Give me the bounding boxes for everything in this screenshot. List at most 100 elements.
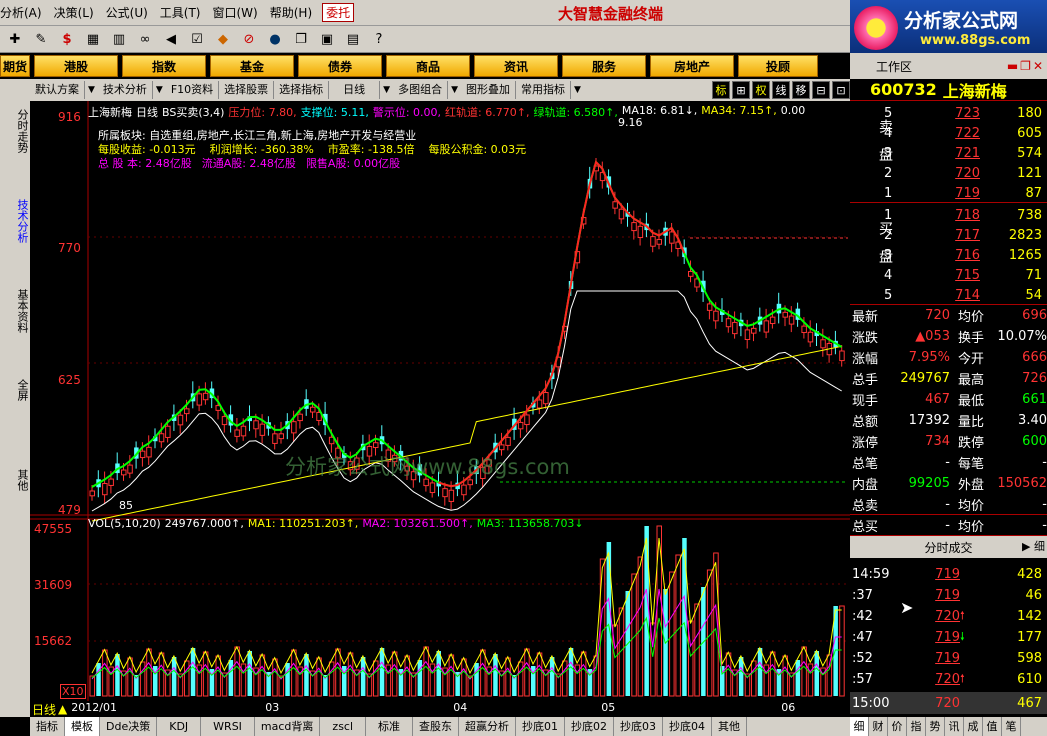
mark-button[interactable]: 标: [712, 81, 730, 99]
quote-tab[interactable]: 势: [926, 717, 945, 736]
tab-kdj[interactable]: KDJ: [157, 717, 202, 736]
nav-hk-stocks[interactable]: 港股: [34, 55, 118, 77]
tab-bottom03[interactable]: 抄底03: [614, 717, 664, 736]
nav-commodity[interactable]: 商品: [386, 55, 470, 77]
level-price[interactable]: 714: [920, 288, 980, 303]
diamond-icon[interactable]: ◆: [212, 29, 234, 49]
nav-bond[interactable]: 债券: [298, 55, 382, 77]
tab-bottom01[interactable]: 抄底01: [516, 717, 566, 736]
quote-tab[interactable]: 财: [869, 717, 888, 736]
sell-level-row[interactable]: 4 722 605: [880, 123, 1045, 144]
tb-period[interactable]: 日线: [329, 81, 381, 99]
tab-other[interactable]: 其他: [712, 717, 748, 736]
level-price[interactable]: 723: [920, 106, 980, 121]
dropdown-icon[interactable]: ▼: [448, 85, 461, 95]
buy-level-row[interactable]: 4 715 71: [880, 265, 1045, 286]
sell-level-row[interactable]: 2 720 121: [880, 163, 1045, 184]
buy-level-row[interactable]: 1 718 738: [880, 205, 1045, 226]
vtab-fundamentals[interactable]: 基本资料: [12, 289, 30, 333]
entrust-button[interactable]: 委托: [322, 3, 355, 22]
nav-futures[interactable]: 期货: [0, 55, 30, 77]
rights-button[interactable]: 权: [752, 81, 770, 99]
minimize-icon[interactable]: ▬: [1007, 59, 1018, 73]
window-icon[interactable]: ▣: [316, 29, 338, 49]
kline-chart[interactable]: 916 770 625 479 47555 31609 15662 X10 上海…: [30, 101, 850, 701]
books-icon[interactable]: ▤: [342, 29, 364, 49]
megaphone-icon[interactable]: ◀: [160, 29, 182, 49]
line-button[interactable]: 线: [772, 81, 790, 99]
tb-technical[interactable]: 技术分析: [98, 81, 153, 99]
nav-real-estate[interactable]: 房地产: [650, 55, 734, 77]
cross-icon[interactable]: ✚: [4, 29, 26, 49]
no-entry-icon[interactable]: ⊘: [238, 29, 260, 49]
level-price[interactable]: 722: [920, 126, 980, 141]
quote-tab[interactable]: 指: [907, 717, 926, 736]
level-price[interactable]: 718: [920, 208, 980, 223]
nav-index[interactable]: 指数: [122, 55, 206, 77]
zoom-button[interactable]: ⊟: [812, 81, 830, 99]
sell-level-row[interactable]: 3 721 574: [880, 143, 1045, 164]
buy-level-row[interactable]: 2 717 2823: [880, 225, 1045, 246]
vtab-intraday[interactable]: 分时走势: [12, 109, 30, 153]
tab-bottom04[interactable]: 抄底04: [663, 717, 713, 736]
vtab-other[interactable]: 其他: [12, 469, 30, 491]
sell-level-row[interactable]: 1 719 87: [880, 183, 1045, 204]
quote-tab[interactable]: 成: [964, 717, 983, 736]
dropdown-icon[interactable]: ▼: [380, 85, 393, 95]
tab-wrsi[interactable]: WRSI: [201, 717, 255, 736]
menu-formula[interactable]: 公式(U): [100, 4, 154, 21]
layout-button[interactable]: ⊡: [832, 81, 850, 99]
buy-level-row[interactable]: 5 714 54: [880, 285, 1045, 306]
quote-tab[interactable]: 讯: [945, 717, 964, 736]
vtab-technical[interactable]: 技术分析: [12, 199, 30, 243]
tb-multi-chart[interactable]: 多图组合: [393, 81, 449, 99]
level-price[interactable]: 716: [920, 248, 980, 263]
tab-dde[interactable]: Dde决策: [100, 717, 158, 736]
vtab-fullscreen[interactable]: 全屏: [12, 379, 30, 401]
level-price[interactable]: 720: [920, 166, 980, 181]
menu-tools[interactable]: 工具(T): [154, 4, 207, 21]
tab-super-analysis[interactable]: 超赢分析: [459, 717, 517, 736]
bars-icon[interactable]: ▥: [108, 29, 130, 49]
grid-button[interactable]: ⊞: [732, 81, 750, 99]
tab-shareholders[interactable]: 查股东: [413, 717, 460, 736]
quote-tab[interactable]: 值: [983, 717, 1002, 736]
sell-level-row[interactable]: 5 723 180: [880, 103, 1045, 124]
checklist-icon[interactable]: ☑: [186, 29, 208, 49]
chart-icon[interactable]: ▦: [82, 29, 104, 49]
dropdown-icon[interactable]: ▼: [85, 85, 98, 95]
dollar-icon[interactable]: $: [56, 29, 78, 49]
move-button[interactable]: 移: [792, 81, 810, 99]
menu-decision[interactable]: 决策(L): [48, 4, 100, 21]
close-icon[interactable]: ✕: [1033, 59, 1043, 73]
level-price[interactable]: 717: [920, 228, 980, 243]
dropdown-icon[interactable]: ▼: [153, 85, 166, 95]
tb-select-stock[interactable]: 选择股票: [219, 81, 275, 99]
quote-tab[interactable]: 笔: [1002, 717, 1021, 736]
nav-fund[interactable]: 基金: [210, 55, 294, 77]
tab-template[interactable]: 模板: [65, 717, 100, 736]
pencil-icon[interactable]: ✎: [30, 29, 52, 49]
tab-standard[interactable]: 标准: [366, 717, 414, 736]
menu-window[interactable]: 窗口(W): [207, 4, 264, 21]
help-icon[interactable]: ?: [368, 29, 390, 49]
tb-f10[interactable]: F10资料: [166, 81, 220, 99]
tab-bottom02[interactable]: 抄底02: [565, 717, 615, 736]
tb-default-scheme[interactable]: 默认方案: [30, 81, 85, 99]
binoculars-icon[interactable]: ∞: [134, 29, 156, 49]
globe-icon[interactable]: ●: [264, 29, 286, 49]
quote-tab[interactable]: 细: [850, 717, 869, 736]
level-price[interactable]: 721: [920, 146, 980, 161]
nav-advisor[interactable]: 投顾: [738, 55, 818, 77]
copy-icon[interactable]: ❐: [290, 29, 312, 49]
level-price[interactable]: 719: [920, 186, 980, 201]
buy-level-row[interactable]: 3 716 1265: [880, 245, 1045, 266]
dropdown-icon[interactable]: ▼: [571, 85, 584, 95]
tb-select-indicator[interactable]: 选择指标: [274, 81, 330, 99]
detail-button[interactable]: ▶ 细: [1022, 538, 1045, 554]
level-price[interactable]: 715: [920, 268, 980, 283]
quote-tab[interactable]: 价: [888, 717, 907, 736]
tb-overlay[interactable]: 图形叠加: [461, 81, 517, 99]
tab-macd[interactable]: macd背离: [255, 717, 321, 736]
restore-icon[interactable]: ❐: [1020, 59, 1031, 73]
